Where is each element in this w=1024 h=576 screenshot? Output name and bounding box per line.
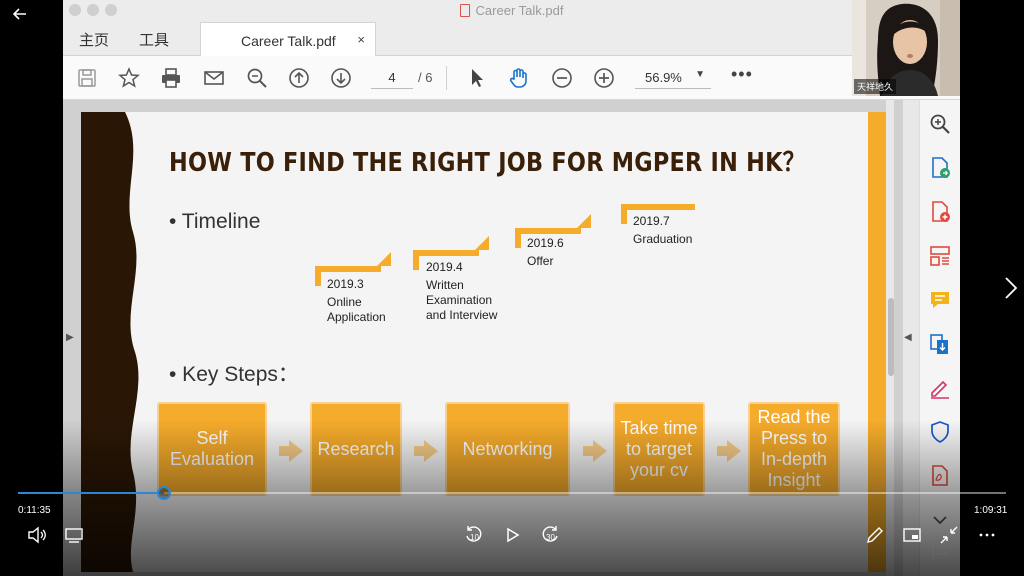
scrollbar-thumb[interactable] (888, 298, 894, 376)
menu-home[interactable]: 主页 (79, 29, 109, 50)
exit-fullscreen-icon[interactable] (938, 524, 960, 546)
skip-back-label: 10 (470, 533, 479, 542)
timeline-date: 2019.6 (527, 236, 564, 250)
pdf-reader-window: Career Talk.pdf 主页 工具 Career Talk.pdf × (63, 0, 960, 576)
step-arrow-icon (583, 440, 607, 462)
zoom-select[interactable]: 56.9% ▼ (635, 67, 711, 89)
step-arrow-icon (717, 440, 741, 462)
tab-bar: 主页 工具 Career Talk.pdf × (63, 20, 960, 56)
webcam-video: 天祥地久 (852, 0, 960, 96)
create-pdf-icon[interactable] (928, 200, 952, 224)
total-duration: 1:09:31 (974, 505, 1008, 516)
page-total: / 6 (418, 70, 433, 85)
slide-right-accent-bar (868, 112, 886, 572)
combine-files-icon[interactable] (928, 332, 952, 356)
back-arrow-icon[interactable] (10, 4, 30, 24)
slide-title: HOW TO FIND THE RIGHT JOB FOR MGPER IN H… (169, 148, 806, 178)
timeline-desc: Graduation (633, 232, 693, 246)
tab-document-label: Career Talk.pdf (241, 33, 336, 49)
organize-pages-icon[interactable] (928, 244, 952, 268)
timeline-item: 2019.7 Graduation (621, 184, 711, 254)
timeline-date: 2019.4 (426, 260, 463, 274)
timeline-item: 2019.3 Online Application (315, 246, 405, 326)
window-title: Career Talk.pdf (63, 3, 960, 18)
timeline-desc: Offer (527, 254, 554, 268)
toolbar: / 6 56.9% ▼ ••• (63, 56, 960, 100)
slide-left-decoration (81, 112, 139, 572)
captions-icon[interactable] (63, 524, 85, 546)
right-panel-toggle-icon[interactable]: ◀ (904, 332, 912, 343)
participant-name: 天祥地久 (854, 79, 897, 94)
current-time: 0:11:35 (18, 505, 51, 516)
save-icon[interactable] (75, 66, 99, 90)
previous-page-icon[interactable] (287, 66, 311, 90)
left-panel-toggle-icon[interactable]: ▶ (66, 332, 74, 343)
seek-bar-played (18, 492, 164, 494)
timeline-desc: Written Examination and Interview (426, 278, 498, 322)
title-bar: Career Talk.pdf (63, 0, 960, 20)
chevron-right-icon[interactable] (1004, 276, 1018, 306)
more-options-icon[interactable]: ••• (731, 64, 753, 85)
timeline-heading: • Timeline (169, 210, 261, 233)
step-box: Read the Press to In-depth Insight (748, 402, 840, 496)
step-box: Self Evaluation (157, 402, 267, 496)
zoom-search-icon[interactable] (245, 66, 269, 90)
protect-shield-icon[interactable] (928, 420, 952, 444)
bookmark-star-icon[interactable] (117, 66, 141, 90)
video-player: Career Talk.pdf 主页 工具 Career Talk.pdf × (0, 0, 1024, 576)
chevron-down-icon: ▼ (695, 69, 705, 80)
step-box: Research (310, 402, 402, 496)
export-pdf-icon[interactable] (928, 156, 952, 180)
tab-document[interactable]: Career Talk.pdf × (200, 22, 376, 56)
zoom-tool-icon[interactable] (928, 112, 952, 136)
timeline-item: 2019.6 Offer (515, 208, 605, 278)
more-options-icon[interactable] (976, 524, 998, 546)
select-cursor-icon[interactable] (465, 66, 489, 90)
hand-tool-icon[interactable] (507, 66, 531, 90)
toolbar-divider (446, 66, 447, 90)
timeline-desc: Online Application (327, 295, 386, 324)
pen-edit-icon[interactable] (864, 524, 886, 546)
timeline-date: 2019.7 (633, 214, 670, 228)
document-view: ▶ HOW TO FIND THE RIGHT JOB FOR MGPER IN… (63, 100, 912, 576)
picture-in-picture-icon[interactable] (901, 524, 923, 546)
window-title-text: Career Talk.pdf (475, 3, 564, 18)
pdf-document-icon[interactable] (928, 464, 952, 488)
step-arrow-icon (414, 440, 438, 462)
pdf-file-icon (459, 4, 470, 17)
zoom-in-icon[interactable] (592, 66, 616, 90)
print-icon[interactable] (159, 66, 183, 90)
skip-forward-label: 30 (546, 533, 555, 542)
volume-icon[interactable] (26, 524, 48, 546)
tab-close-icon[interactable]: × (357, 32, 365, 47)
play-icon[interactable] (501, 524, 523, 546)
zoom-value: 56.9% (645, 70, 682, 85)
step-box: Take time to target your cv (613, 402, 705, 496)
key-steps-heading: • Key Steps： (169, 363, 299, 386)
step-arrow-icon (279, 440, 303, 462)
step-box: Networking (445, 402, 570, 496)
comment-icon[interactable] (928, 288, 952, 312)
email-icon[interactable] (202, 66, 226, 90)
fill-sign-icon[interactable] (928, 376, 952, 400)
page-number-input[interactable] (371, 67, 413, 89)
menu-tools[interactable]: 工具 (139, 29, 169, 50)
next-page-icon[interactable] (329, 66, 353, 90)
tools-panel (919, 100, 960, 576)
timeline-item: 2019.4 Written Examination and Interview (413, 230, 513, 322)
slide-page: HOW TO FIND THE RIGHT JOB FOR MGPER IN H… (81, 112, 886, 572)
seek-bar-thumb[interactable] (157, 486, 171, 500)
zoom-out-icon[interactable] (550, 66, 574, 90)
skip-back-icon[interactable]: 10 (463, 524, 485, 546)
skip-forward-icon[interactable]: 30 (539, 524, 561, 546)
timeline-date: 2019.3 (327, 277, 364, 291)
